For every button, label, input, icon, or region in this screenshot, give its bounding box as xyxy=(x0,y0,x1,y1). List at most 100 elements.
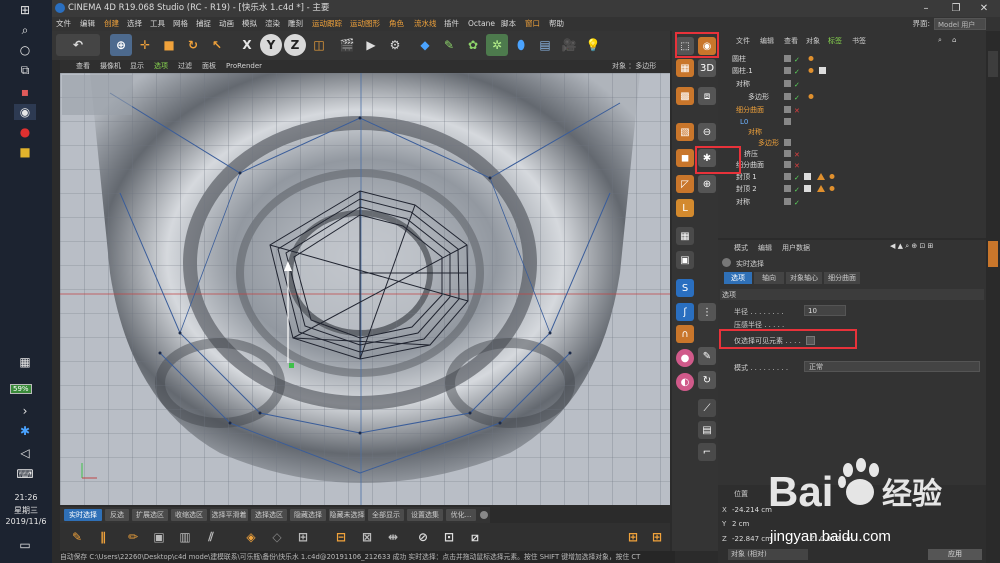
coordinate-system-icon[interactable]: ◫ xyxy=(308,34,330,56)
move-icon[interactable]: ✛ xyxy=(134,34,156,56)
menu-sculpt[interactable]: 雕刻 xyxy=(288,17,303,31)
viewport-canvas[interactable] xyxy=(60,73,670,505)
viewport-menu-camera[interactable]: 摄像机 xyxy=(100,60,121,73)
viewport-menu-prorender[interactable]: ProRender xyxy=(226,60,262,73)
z-axis-icon[interactable]: Z xyxy=(284,34,306,56)
snap-icon[interactable]: ⊞ xyxy=(622,526,644,548)
menu-octane[interactable]: Octane xyxy=(468,17,495,31)
optimize-button[interactable]: 优化... xyxy=(446,509,476,521)
viewport-menu-options[interactable]: 选项 xyxy=(154,60,168,73)
live-selection-button[interactable]: 实时选择 xyxy=(64,509,102,521)
polygons-mode-icon[interactable]: ◼ xyxy=(676,149,694,167)
undo-icon[interactable]: ↶ xyxy=(56,34,100,56)
3d-mode-icon[interactable]: 3D xyxy=(698,59,716,77)
uv-icon[interactable]: L xyxy=(676,199,694,217)
workplane-mode-icon[interactable]: ⧈ xyxy=(698,87,716,105)
app-icon[interactable]: ▪ xyxy=(14,84,36,100)
viewport-menu-filter[interactable]: 过滤 xyxy=(178,60,192,73)
menu-render[interactable]: 渲染 xyxy=(265,17,280,31)
bluetooth-icon[interactable]: ✱ xyxy=(14,423,36,439)
cortana-icon[interactable]: ○ xyxy=(14,42,36,58)
volume-icon[interactable]: ◁ xyxy=(14,445,36,461)
cinema4d-icon[interactable]: ◉ xyxy=(14,104,36,120)
polygon-pen-icon[interactable]: ✏ xyxy=(122,526,144,548)
attributes-side-tab[interactable] xyxy=(988,241,998,267)
maximize-icon[interactable]: ❐ xyxy=(942,0,970,17)
coord-x-value[interactable]: -24.214 cm xyxy=(732,506,772,514)
coord-y-value[interactable]: 2 cm xyxy=(732,520,749,528)
points-mode-icon[interactable]: ▩ xyxy=(676,87,694,105)
scale-icon[interactable]: ■ xyxy=(158,34,180,56)
melt-icon[interactable]: ⊠ xyxy=(356,526,378,548)
subdivision-icon[interactable]: ✿ xyxy=(462,34,484,56)
weld-icon[interactable]: ⊟ xyxy=(330,526,352,548)
script-icon[interactable]: S xyxy=(676,279,694,297)
bookmark-tool-icon[interactable]: ▤ xyxy=(698,421,716,439)
tweak-mode-icon[interactable]: ◸ xyxy=(676,175,694,193)
attr-subtab-axis[interactable]: 轴向 xyxy=(754,272,784,284)
hide-selected-button[interactable]: 隐藏选择 xyxy=(290,509,326,521)
brush-2-icon[interactable]: ⌐ xyxy=(698,443,716,461)
menu-help[interactable]: 帮助 xyxy=(549,17,564,31)
battery-indicator[interactable]: 59% xyxy=(10,384,32,394)
object-row[interactable]: 封顶 2 ✓ xyxy=(722,183,984,195)
grow-selection-button[interactable]: 扩展选区 xyxy=(132,509,168,521)
x-axis-icon[interactable]: X xyxy=(236,34,258,56)
axis-icon[interactable]: ⊕ xyxy=(698,175,716,193)
slide-icon[interactable]: ⧄ xyxy=(464,526,486,548)
sphere-half-icon[interactable]: ◐ xyxy=(676,373,694,391)
viewport-menu-display[interactable]: 显示 xyxy=(130,60,144,73)
menu-mesh[interactable]: 网格 xyxy=(173,17,188,31)
sphere-icon[interactable]: ● xyxy=(676,349,694,367)
cube-icon[interactable]: ◆ xyxy=(414,34,436,56)
objects-home-icon[interactable]: ⌂ xyxy=(952,36,956,44)
menu-motion-tracking[interactable]: 运动跟踪 xyxy=(312,17,342,31)
texture-mode-icon[interactable]: ▦ xyxy=(676,59,694,77)
viewport-menu-panel[interactable]: 面板 xyxy=(202,60,216,73)
attr-tab-userdata[interactable]: 用户数据 xyxy=(782,243,810,253)
menu-pipeline[interactable]: 流水线 xyxy=(414,17,437,31)
menu-create[interactable]: 创建 xyxy=(104,17,119,31)
object-row[interactable]: 对称 ✓ xyxy=(722,78,984,90)
cube-tool-icon[interactable]: ◈ xyxy=(240,526,262,548)
radius-input[interactable]: 10 xyxy=(804,305,846,316)
bevel-icon[interactable]: ▣ xyxy=(148,526,170,548)
object-flags[interactable]: ✓ xyxy=(784,198,844,210)
live-selection-icon[interactable]: ⊕ xyxy=(110,34,132,56)
menu-plugins[interactable]: 插件 xyxy=(444,17,459,31)
invert-selection-button[interactable]: 反选 xyxy=(105,509,129,521)
floor-icon[interactable]: ▤ xyxy=(534,34,556,56)
search-icon[interactable]: ⌕ xyxy=(14,22,36,38)
task-view-icon[interactable]: ⧉ xyxy=(14,62,36,78)
object-row[interactable]: 细分曲面 ✕ xyxy=(722,159,984,171)
menu-window[interactable]: 窗口 xyxy=(525,17,540,31)
rotate-tool-icon[interactable]: ↻ xyxy=(698,371,716,389)
menu-mograph[interactable]: 运动图形 xyxy=(350,17,380,31)
mirror-icon[interactable]: ⊡ xyxy=(438,526,460,548)
attr-subtab-options[interactable]: 选项 xyxy=(724,272,752,284)
objects-side-tab[interactable] xyxy=(988,51,998,77)
object-row[interactable]: 圆柱 ✓ xyxy=(722,53,984,65)
magnet-icon[interactable]: ⊘ xyxy=(412,526,434,548)
knife-tool-icon[interactable]: ⟋ xyxy=(698,399,716,417)
menu-snap[interactable]: 捕捉 xyxy=(196,17,211,31)
object-row[interactable]: 多边形 ✓ xyxy=(722,91,984,103)
extrude-icon[interactable]: ▥ xyxy=(174,526,196,548)
attr-subtab-subdivision[interactable]: 细分曲面 xyxy=(824,272,860,284)
unhide-all-button[interactable]: 全部显示 xyxy=(368,509,404,521)
viewport[interactable] xyxy=(60,73,670,505)
menu-select[interactable]: 选择 xyxy=(127,17,142,31)
object-row[interactable]: 细分曲面 ✕ xyxy=(722,104,984,116)
objects-tab-tags[interactable]: 标签 xyxy=(828,36,842,46)
objects-tab-view[interactable]: 查看 xyxy=(784,36,798,46)
light-icon[interactable]: 💡 xyxy=(582,34,604,56)
menu-script[interactable]: 脚本 xyxy=(501,17,516,31)
chevron-right-icon[interactable]: › xyxy=(14,403,36,419)
dissolve-icon[interactable]: ⇹ xyxy=(382,526,404,548)
bridge-icon[interactable]: ⊞ xyxy=(292,526,314,548)
objects-tab-bookmarks[interactable]: 书签 xyxy=(852,36,866,46)
menu-character[interactable]: 角色 xyxy=(389,17,404,31)
render-view-icon[interactable]: 🎬 xyxy=(336,34,358,56)
menu-animate[interactable]: 动画 xyxy=(219,17,234,31)
brush-tool-icon[interactable]: ✎ xyxy=(698,347,716,365)
